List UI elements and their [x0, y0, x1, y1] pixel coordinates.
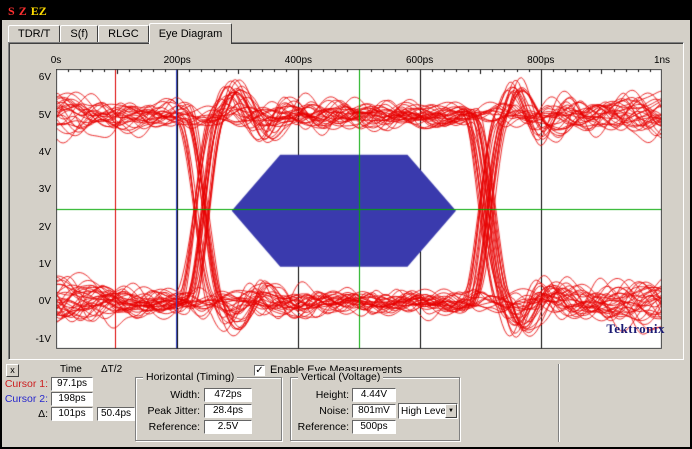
height-value: 4.44V [352, 388, 396, 402]
horizontal-timing-title: Horizontal (Timing) [143, 371, 237, 383]
delta-half-value: 50.4ps [97, 407, 135, 421]
vertical-voltage-group: Vertical (Voltage) Height: Noise: Refere… [290, 377, 460, 441]
y-axis-label: 6V [17, 72, 51, 83]
x-axis-label: 800ps [527, 55, 554, 66]
y-axis-label: 1V [17, 259, 51, 270]
tab-tdr-t[interactable]: TDR/T [8, 25, 60, 42]
height-label: Height: [293, 389, 349, 401]
peak-jitter-value: 28.4ps [204, 404, 252, 418]
app-window: S Z EZ TDR/T S(f) RLGC Eye Diagram 0s 20… [0, 0, 692, 449]
noise-level-selected: High Level [399, 406, 445, 417]
h-reference-label: Reference: [138, 421, 200, 433]
cursor1-label: Cursor 1: [2, 378, 48, 390]
check-icon: ✓ [255, 365, 263, 376]
x-axis-label: 600ps [406, 55, 433, 66]
y-axis-label: 4V [17, 147, 51, 158]
enable-eye-measurements-checkbox[interactable]: ✓ [254, 365, 265, 376]
close-measurement-pane-button[interactable]: x [6, 364, 19, 377]
width-value: 472ps [204, 388, 252, 402]
vertical-voltage-title: Vertical (Voltage) [298, 371, 383, 383]
dropdown-arrow-icon[interactable]: ▼ [445, 404, 457, 418]
cursor2-time-value: 198ps [51, 392, 93, 406]
measurement-pane: x Time ΔT/2 Cursor 1: Cursor 2: Δ: 97.1p… [2, 360, 690, 447]
y-axis-label: 2V [17, 222, 51, 233]
width-label: Width: [138, 389, 200, 401]
logo-z-icon: Z [19, 4, 27, 18]
noise-label: Noise: [293, 405, 349, 417]
logo-s-icon: S [8, 4, 15, 18]
logo-ez-icon: EZ [31, 4, 47, 18]
delta-label: Δ: [2, 408, 48, 420]
eye-diagram-plot[interactable] [56, 69, 662, 349]
column-header-time: Time [60, 364, 82, 375]
peak-jitter-label: Peak Jitter: [138, 405, 200, 417]
tab-bar: TDR/T S(f) RLGC Eye Diagram [8, 22, 232, 42]
cursor2-label: Cursor 2: [2, 393, 48, 405]
horizontal-timing-group: Horizontal (Timing) Width: Peak Jitter: … [135, 377, 282, 441]
x-axis-label: 1ns [654, 55, 670, 66]
cursor1-time-value: 97.1ps [51, 377, 93, 391]
noise-level-dropdown[interactable]: High Level ▼ [398, 403, 458, 419]
x-axis-label: 200ps [164, 55, 191, 66]
tab-s-f[interactable]: S(f) [60, 25, 98, 42]
plot-panel: 0s 200ps 400ps 600ps 800ps 1ns 6V 5V 4V … [8, 42, 684, 360]
y-axis-label: -1V [17, 334, 51, 345]
pane-divider [558, 364, 560, 442]
column-header-delta-t2: ΔT/2 [101, 364, 122, 375]
y-axis-label: 5V [17, 110, 51, 121]
h-reference-value: 2.5V [204, 420, 252, 434]
titlebar: S Z EZ [2, 2, 690, 20]
y-axis-label: 3V [17, 184, 51, 195]
noise-value: 801mV [352, 404, 396, 418]
y-axis-label: 0V [17, 296, 51, 307]
v-reference-label: Reference: [293, 421, 349, 433]
x-axis-label: 0s [51, 55, 62, 66]
tektronix-logo: Tektronix [575, 321, 665, 337]
delta-time-value: 101ps [51, 407, 93, 421]
v-reference-value: 500ps [352, 420, 396, 434]
tab-rlgc[interactable]: RLGC [98, 25, 149, 42]
tab-eye-diagram[interactable]: Eye Diagram [149, 23, 233, 44]
x-axis-label: 400ps [285, 55, 312, 66]
